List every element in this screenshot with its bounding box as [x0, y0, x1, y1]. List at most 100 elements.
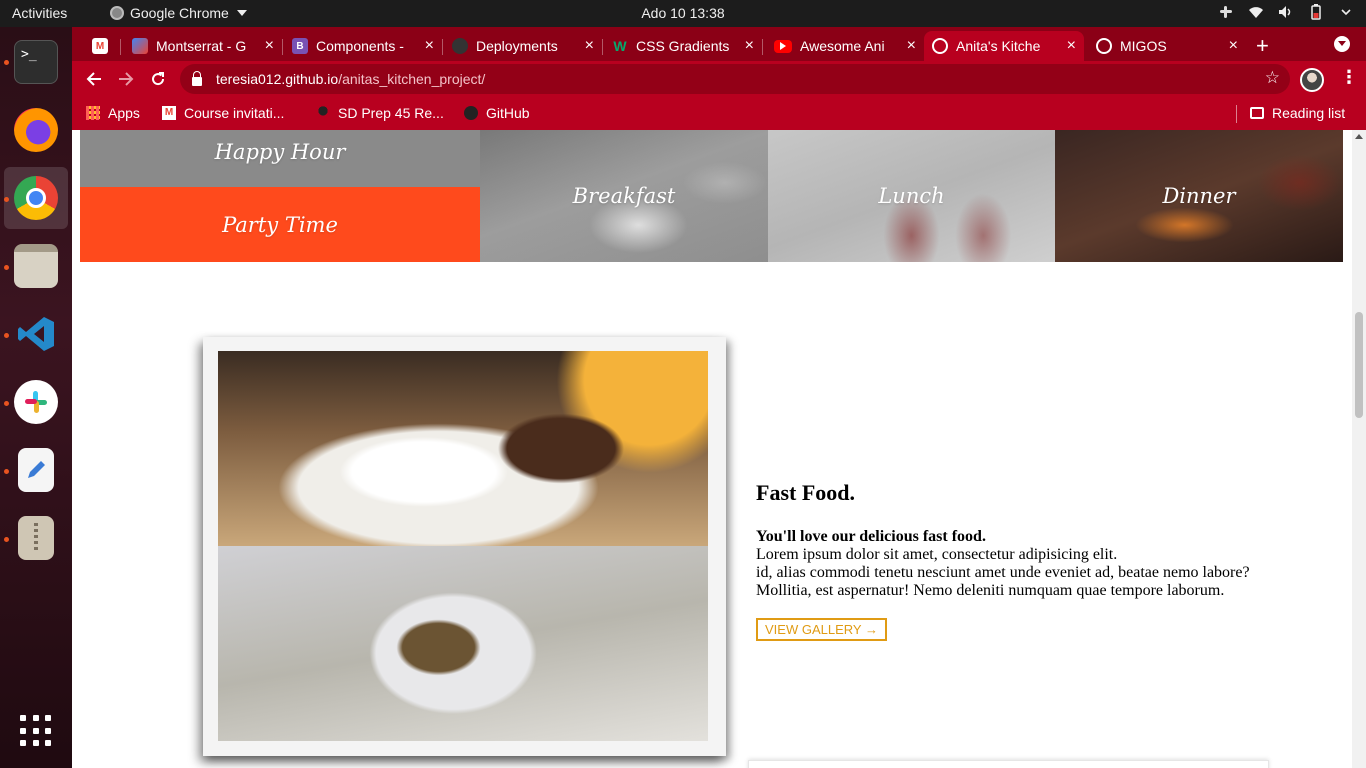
dock: >_: [0, 27, 72, 768]
tab-title: Deployments: [476, 38, 558, 54]
section-text-line: Lorem ipsum dolor sit amet, consectetur …: [756, 546, 1118, 563]
reading-list-button[interactable]: Reading list: [1250, 105, 1345, 121]
vscode-icon: [14, 312, 58, 356]
tab-separator: [602, 39, 603, 55]
close-tab-icon[interactable]: ×: [1229, 37, 1238, 55]
close-tab-icon[interactable]: ×: [265, 37, 274, 55]
tab-title: Montserrat - G: [156, 38, 247, 54]
tab-deployments[interactable]: Deployments ×: [444, 31, 602, 61]
menu-tiles: Happy Hour Party Time Breakfast Lunch Di…: [80, 130, 1343, 262]
system-top-bar: Activities Google Chrome Ado 10 13:38: [0, 0, 1366, 27]
tile-dinner[interactable]: Dinner: [1055, 130, 1343, 262]
running-indicator: [4, 401, 9, 406]
bookmarks-bar: Apps M Course invitati... SD Prep 45 Re.…: [72, 97, 1366, 130]
tab-strip: M Montserrat - G × B Components - × Depl…: [72, 27, 1366, 61]
tab-migos[interactable]: MIGOS ×: [1088, 31, 1246, 61]
tile-label: Lunch: [878, 184, 945, 208]
dessert-photo: [218, 351, 708, 546]
close-tab-icon[interactable]: ×: [1067, 37, 1076, 55]
slack-icon: [14, 380, 58, 424]
clock[interactable]: Ado 10 13:38: [0, 5, 1366, 21]
system-tray[interactable]: [1218, 4, 1354, 20]
running-indicator: [4, 333, 9, 338]
section-lead: You'll love our delicious fast food.: [756, 528, 986, 545]
power-menu-icon[interactable]: [1338, 4, 1354, 20]
show-applications-icon[interactable]: [20, 715, 52, 747]
tab-separator: [442, 39, 443, 55]
lock-icon[interactable]: [192, 70, 202, 86]
tile-label: Happy Hour: [214, 140, 346, 164]
tile-breakfast[interactable]: Breakfast: [480, 130, 768, 262]
archive-icon: [18, 516, 54, 560]
tile-happy-hour[interactable]: Happy Hour: [80, 130, 480, 187]
globe-icon: [1096, 38, 1112, 54]
bookmark-label: Course invitati...: [184, 105, 285, 121]
page-scrollbar[interactable]: [1352, 130, 1366, 768]
profile-avatar[interactable]: [1300, 68, 1324, 92]
slack-tray-icon[interactable]: [1218, 4, 1234, 20]
dock-slack[interactable]: [4, 371, 68, 433]
view-gallery-button[interactable]: VIEW GALLERY →: [756, 618, 887, 641]
volume-icon[interactable]: [1278, 4, 1294, 20]
tile-label: Dinner: [1162, 184, 1236, 208]
bookmark-label: SD Prep 45 Re...: [338, 105, 444, 121]
reload-button[interactable]: [146, 67, 170, 91]
tab-montserrat[interactable]: Montserrat - G ×: [124, 31, 282, 61]
google-fonts-icon: [132, 38, 148, 54]
cake-slice-photo: [218, 546, 708, 741]
wifi-icon[interactable]: [1248, 4, 1264, 20]
tab-title: CSS Gradients: [636, 38, 730, 54]
tab-title: Anita's Kitche: [956, 38, 1041, 54]
dock-terminal[interactable]: >_: [4, 31, 68, 93]
section-title: Fast Food.: [756, 480, 855, 505]
tile-lunch[interactable]: Lunch: [768, 130, 1055, 262]
fast-food-section: Fast Food. You'll love our delicious fas…: [756, 480, 1296, 641]
bookmark-sd-prep[interactable]: SD Prep 45 Re...: [316, 105, 444, 121]
tab-gmail[interactable]: M: [84, 31, 122, 61]
tab-awesome-animations[interactable]: Awesome Ani ×: [766, 31, 924, 61]
globe-icon: [932, 38, 948, 54]
tab-search-icon[interactable]: [1334, 36, 1350, 52]
next-section-card: [748, 760, 1269, 768]
tab-title: Components -: [316, 38, 404, 54]
gmail-icon: M: [162, 106, 176, 120]
scrollbar-thumb[interactable]: [1355, 312, 1363, 418]
bookmark-course-invitation[interactable]: M Course invitati...: [162, 105, 284, 121]
page-viewport: Happy Hour Party Time Breakfast Lunch Di…: [72, 130, 1352, 768]
dock-files[interactable]: [4, 235, 68, 297]
tab-anitas-kitchen[interactable]: Anita's Kitche ×: [924, 31, 1084, 61]
url-host: teresia012.github.io: [216, 71, 339, 87]
close-tab-icon[interactable]: ×: [745, 37, 754, 55]
dock-chrome[interactable]: [4, 167, 68, 229]
sd-prep-icon: [316, 106, 330, 120]
tab-title: MIGOS: [1120, 38, 1167, 54]
close-tab-icon[interactable]: ×: [585, 37, 594, 55]
dock-firefox[interactable]: [4, 99, 68, 161]
tab-separator: [762, 39, 763, 55]
tab-css-gradients[interactable]: W CSS Gradients ×: [604, 31, 762, 61]
back-button[interactable]: [82, 67, 106, 91]
chrome-menu-icon[interactable]: ⋮: [1340, 67, 1358, 88]
tab-separator: [282, 39, 283, 55]
dock-archive-manager[interactable]: [4, 507, 68, 569]
dock-text-editor[interactable]: [4, 439, 68, 501]
bookmark-github[interactable]: GitHub: [464, 105, 530, 121]
tile-party-time[interactable]: Party Time: [80, 187, 480, 262]
battery-icon[interactable]: [1308, 4, 1324, 20]
tab-components[interactable]: B Components - ×: [284, 31, 442, 61]
address-bar[interactable]: teresia012.github.io/anitas_kitchen_proj…: [180, 64, 1290, 94]
bookmark-star-icon[interactable]: ☆: [1265, 68, 1280, 88]
close-tab-icon[interactable]: ×: [425, 37, 434, 55]
scroll-up-icon[interactable]: [1355, 134, 1363, 139]
w3schools-icon: W: [613, 38, 627, 54]
tab-title: Awesome Ani: [800, 38, 885, 54]
running-indicator: [4, 197, 9, 202]
new-tab-button[interactable]: +: [1256, 33, 1269, 59]
close-tab-icon[interactable]: ×: [907, 37, 916, 55]
gmail-icon: M: [92, 38, 108, 54]
forward-button[interactable]: [114, 67, 138, 91]
dock-vscode[interactable]: [4, 303, 68, 365]
terminal-icon: >_: [14, 40, 58, 84]
browser-toolbar: teresia012.github.io/anitas_kitchen_proj…: [72, 61, 1366, 97]
bookmark-apps[interactable]: Apps: [86, 105, 140, 121]
